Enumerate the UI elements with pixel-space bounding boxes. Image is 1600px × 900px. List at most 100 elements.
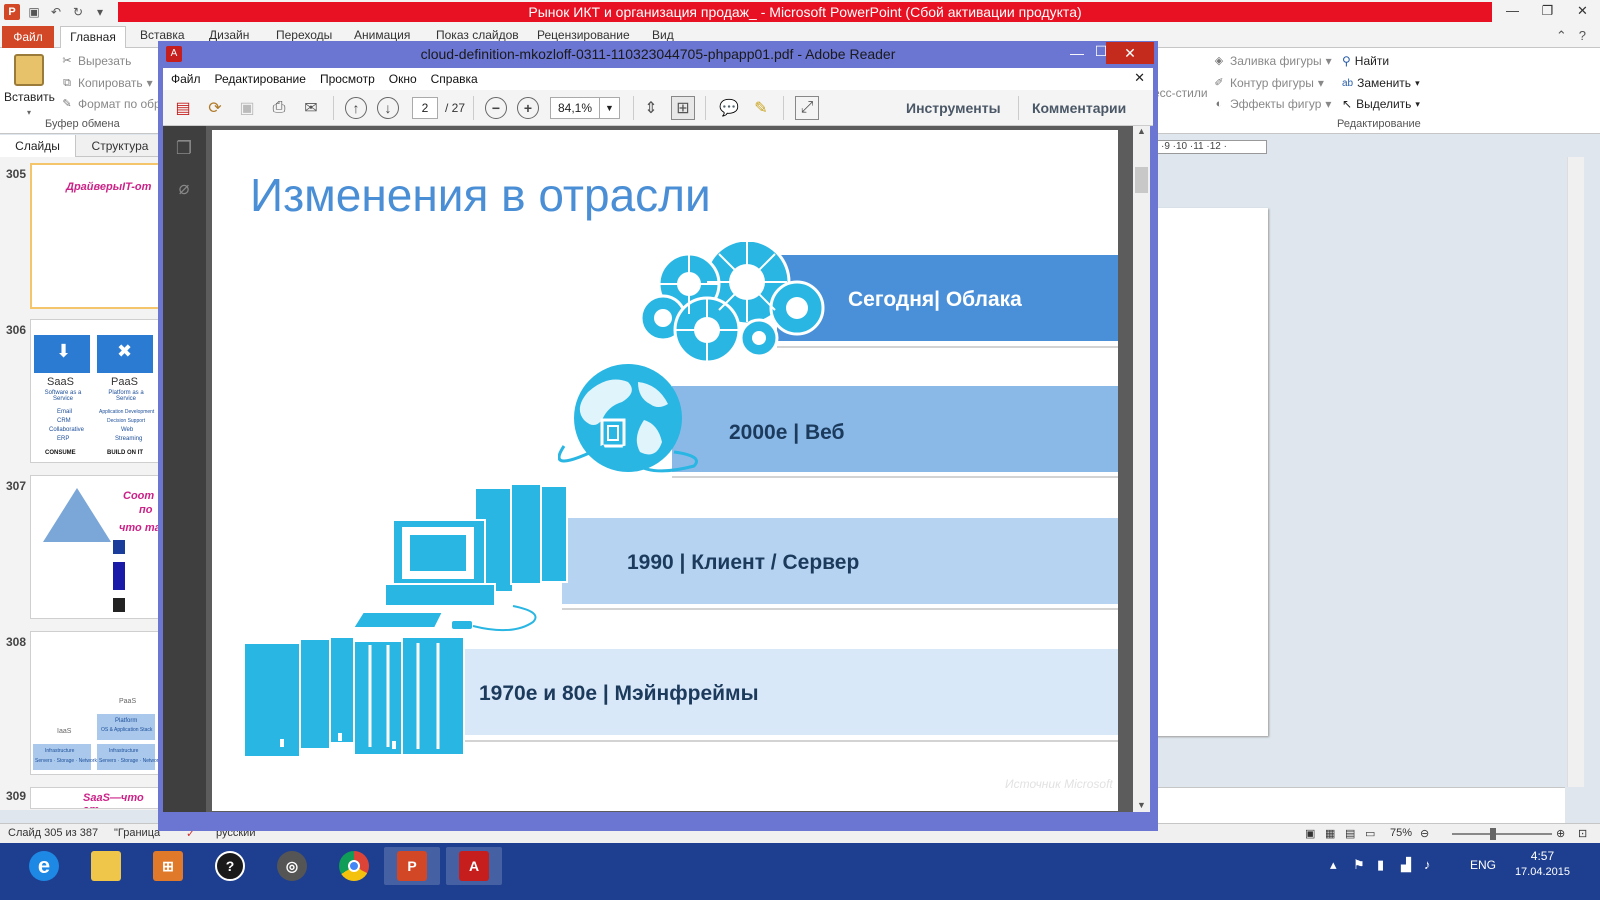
qat-dropdown-icon[interactable]: ▾ — [92, 4, 108, 20]
powerpoint-app-icon[interactable]: P — [4, 4, 20, 20]
tab-outline[interactable]: Структура — [80, 135, 160, 157]
undo-icon[interactable]: ↶ — [48, 4, 64, 20]
print-icon[interactable]: ⎙ — [267, 96, 291, 120]
open-file-icon[interactable]: ⟳ — [203, 96, 227, 120]
next-page-icon[interactable]: ↓ — [377, 97, 399, 119]
slide-thumbnail-308[interactable]: PaaS Platform OS & Application Stack Iaa… — [30, 631, 162, 775]
zoom-in-icon[interactable]: + — [517, 97, 539, 119]
menu-edit[interactable]: Редактирование — [215, 72, 306, 86]
slide-thumbnail-305[interactable]: ДрайверыIT-от — [30, 163, 162, 309]
battery-icon[interactable]: ▮ — [1377, 857, 1384, 873]
tools-button[interactable]: Инструменты — [906, 100, 1001, 116]
taskbar-explorer[interactable] — [78, 847, 134, 885]
find-button[interactable]: ⚲ Найти — [1342, 54, 1389, 68]
slide-canvas[interactable] — [1155, 208, 1268, 736]
shape-effects-button[interactable]: ◐ Эффекты фигур ▾ — [1212, 97, 1332, 111]
document-close-icon[interactable]: ✕ — [1134, 70, 1145, 86]
slideshow-icon[interactable]: ▭ — [1365, 827, 1375, 840]
menu-window[interactable]: Окно — [389, 72, 417, 86]
page-thumbnails-icon[interactable]: ❐ — [173, 138, 195, 160]
zoom-slider-thumb[interactable] — [1490, 828, 1496, 840]
tab-file[interactable]: Файл — [2, 26, 54, 48]
quick-styles-button[interactable]: есс-стили — [1153, 86, 1208, 100]
action-center-icon[interactable]: ⚑ — [1353, 857, 1365, 873]
attachments-icon[interactable]: ⌀ — [173, 178, 195, 200]
zoom-input[interactable]: 84,1% — [550, 97, 600, 119]
taskbar-app-5[interactable]: ◎ — [264, 847, 320, 885]
zoom-out-icon[interactable]: − — [485, 97, 507, 119]
minimize-icon[interactable]: — — [1495, 0, 1530, 24]
era-label-cloud: Сегодня| Облака — [848, 288, 1022, 311]
shape-fill-button[interactable]: ◈ Заливка фигуры ▾ — [1212, 54, 1332, 68]
normal-view-icon[interactable]: ▣ — [1305, 827, 1315, 840]
help-icon[interactable]: ? — [1579, 28, 1586, 44]
zoom-level[interactable]: 75% — [1390, 827, 1412, 839]
copy-button[interactable]: ⧉ Копировать ▾ — [60, 76, 153, 90]
create-pdf-icon[interactable]: ▤ — [171, 96, 195, 120]
fit-slide-icon[interactable]: ⊡ — [1578, 827, 1587, 840]
taskbar-help[interactable]: ? — [202, 847, 258, 885]
close-icon[interactable]: ✕ — [1565, 0, 1600, 24]
taskbar-powerpoint[interactable]: P — [384, 847, 440, 885]
redo-icon[interactable]: ↻ — [70, 4, 86, 20]
select-button[interactable]: ↖ Выделить ▾ — [1342, 97, 1420, 111]
tab-slideshow[interactable]: Показ слайдов — [436, 28, 519, 42]
taskbar-chrome[interactable] — [326, 847, 382, 885]
fit-width-icon[interactable]: ⇕ — [639, 96, 663, 120]
menu-view[interactable]: Просмотр — [320, 72, 375, 86]
taskbar-ie[interactable]: e — [16, 847, 72, 885]
slide-thumbnail-307[interactable]: Соот по что та — [30, 475, 162, 619]
shape-outline-button[interactable]: ✐ Контур фигуры ▾ — [1212, 76, 1324, 90]
cut-button[interactable]: ✂ Вырезать — [60, 54, 131, 68]
restore-icon[interactable]: ❐ — [1530, 0, 1565, 24]
scroll-down-icon[interactable]: ▼ — [1133, 800, 1150, 810]
zoom-in-icon[interactable]: ⊕ — [1556, 827, 1565, 840]
scroll-up-icon[interactable]: ▲ — [1133, 126, 1150, 136]
chrome-icon — [339, 851, 369, 881]
slide-thumbnail-306[interactable]: ⬇ ✖ SaaS PaaS Software as a Service Plat… — [30, 319, 162, 463]
keyboard-language[interactable]: ENG — [1470, 858, 1496, 872]
volume-icon[interactable]: ♪ — [1424, 857, 1431, 872]
collapse-ribbon-icon[interactable]: ⌃ — [1556, 28, 1567, 44]
tab-slides[interactable]: Слайды — [0, 135, 76, 157]
reader-minimize-icon[interactable]: — — [1066, 45, 1088, 61]
slide-thumbnail-309[interactable]: SaaS—что эт — [30, 787, 162, 809]
paste-button[interactable]: Вставить ▾ — [4, 52, 55, 117]
notes-pane[interactable] — [1155, 787, 1565, 823]
tab-design[interactable]: Дизайн — [209, 28, 249, 42]
zoom-dropdown-icon[interactable]: ▼ — [600, 97, 620, 119]
reader-vertical-scrollbar[interactable]: ▲ ▼ — [1133, 126, 1150, 812]
tab-insert[interactable]: Вставка — [140, 28, 185, 42]
zoom-slider[interactable] — [1452, 833, 1552, 835]
reader-scroll-thumb[interactable] — [1135, 167, 1148, 193]
powerpoint-vertical-scrollbar[interactable] — [1567, 157, 1584, 787]
taskbar-adobe-reader[interactable]: A — [446, 847, 502, 885]
reader-close-icon[interactable]: ✕ — [1106, 42, 1154, 64]
tray-clock[interactable]: 4:57 17.04.2015 — [1515, 849, 1570, 878]
tab-view[interactable]: Вид — [652, 28, 674, 42]
slide-sorter-icon[interactable]: ▦ — [1325, 827, 1335, 840]
save-icon[interactable]: ▣ — [26, 4, 42, 20]
fullscreen-icon[interactable]: ⤢ — [795, 96, 819, 120]
previous-page-icon[interactable]: ↑ — [345, 97, 367, 119]
tray-expand-icon[interactable]: ▴ — [1330, 857, 1337, 873]
replace-button[interactable]: ab Заменить ▾ — [1342, 76, 1420, 90]
highlight-icon[interactable]: ✎ — [749, 96, 773, 120]
sticky-note-icon[interactable]: 💬 — [717, 96, 741, 120]
tab-animation[interactable]: Анимация — [354, 28, 410, 42]
comments-button[interactable]: Комментарии — [1032, 100, 1126, 116]
menu-help[interactable]: Справка — [431, 72, 478, 86]
tab-review[interactable]: Рецензирование — [537, 28, 630, 42]
network-icon[interactable]: ▟ — [1401, 857, 1411, 873]
menu-file[interactable]: Файл — [171, 72, 201, 86]
tab-home[interactable]: Главная — [60, 26, 126, 49]
email-icon[interactable]: ✉ — [299, 96, 323, 120]
fit-page-icon[interactable]: ⊞ — [671, 96, 695, 120]
page-number-input[interactable]: 2 — [412, 97, 438, 119]
zoom-out-icon[interactable]: ⊖ — [1420, 827, 1429, 840]
taskbar-app-3[interactable]: ⊞ — [140, 847, 196, 885]
format-painter-button[interactable]: ✎ Формат по обр — [60, 97, 160, 111]
reading-view-icon[interactable]: ▤ — [1345, 827, 1355, 840]
save-icon[interactable]: ▣ — [235, 96, 259, 120]
tab-transitions[interactable]: Переходы — [276, 28, 332, 42]
